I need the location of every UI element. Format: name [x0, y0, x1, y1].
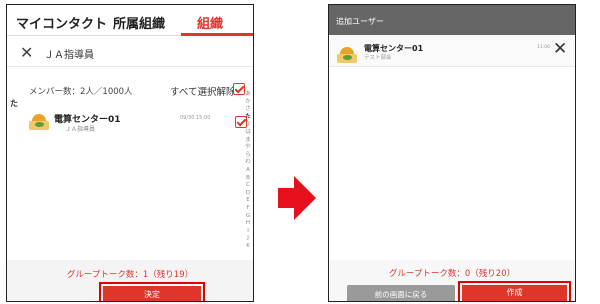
- index-letter[interactable]: な: [243, 121, 253, 129]
- group-talk-count: グループトーク数：0（残り20）: [388, 269, 516, 279]
- index-letter[interactable]: は: [243, 129, 253, 137]
- create-button-highlight: 作成: [458, 281, 571, 301]
- tab-organization[interactable]: 組織: [197, 13, 223, 32]
- arrow-right-icon: [278, 176, 316, 220]
- index-letter[interactable]: I: [243, 228, 253, 236]
- index-letter[interactable]: あ: [243, 91, 253, 99]
- alphabet-index-bar[interactable]: あかさたなはまやらわABCDEFGHIJK: [243, 91, 253, 250]
- index-letter[interactable]: J: [243, 235, 253, 243]
- member-count: メンバー数：2人／1000人: [29, 87, 133, 97]
- index-letter[interactable]: さ: [243, 106, 253, 114]
- item-timestamp: 09/30 15:00: [180, 115, 211, 121]
- avatar: [337, 47, 357, 63]
- index-letter[interactable]: や: [243, 144, 253, 152]
- index-letter[interactable]: B: [243, 175, 253, 183]
- avatar: [29, 114, 49, 130]
- group-talk-count: グループトーク数：1（残り19）: [66, 270, 194, 280]
- tab-bar: マイコンタクト 所属組織 組織: [7, 5, 253, 36]
- added-user-timestamp: 11:06: [537, 45, 550, 50]
- back-button[interactable]: 前の画面に戻る: [347, 285, 455, 301]
- tab-my-contacts[interactable]: マイコンタクト: [16, 13, 107, 32]
- index-letter[interactable]: D: [243, 190, 253, 198]
- remove-icon[interactable]: ✕: [553, 41, 567, 58]
- header-bar: 追加ユーザー: [329, 5, 575, 35]
- index-letter[interactable]: A: [243, 167, 253, 175]
- member-count-row: メンバー数：2人／1000人 すべて選択解除: [7, 79, 253, 99]
- decide-button-highlight: 決定: [99, 282, 205, 301]
- added-user-subtitle: テスト部会: [364, 55, 392, 61]
- page-title: 追加ユーザー: [336, 17, 384, 26]
- close-icon[interactable]: ✕: [20, 43, 33, 62]
- item-subtitle: ＪＡ指導員: [65, 126, 96, 133]
- deselect-all-label[interactable]: すべて選択解除: [170, 84, 235, 98]
- index-letter[interactable]: F: [243, 205, 253, 213]
- index-letter[interactable]: G: [243, 213, 253, 221]
- right-screen: 追加ユーザー 電算センター01 テスト部会 11:06 ✕ グループトーク数：0…: [328, 4, 576, 302]
- index-letter[interactable]: H: [243, 220, 253, 228]
- search-query[interactable]: ＪＡ指導員: [44, 46, 94, 61]
- search-row: ✕ ＪＡ指導員: [7, 37, 253, 67]
- decide-button[interactable]: 決定: [103, 286, 201, 301]
- create-button[interactable]: 作成: [462, 285, 567, 301]
- index-letter[interactable]: E: [243, 197, 253, 205]
- active-tab-indicator: [181, 33, 253, 36]
- index-letter[interactable]: C: [243, 182, 253, 190]
- index-letter[interactable]: わ: [243, 159, 253, 167]
- tab-affiliated-org[interactable]: 所属組織: [113, 13, 165, 32]
- left-screen: マイコンタクト 所属組織 組織 ✕ ＪＡ指導員 メンバー数：2人／1000人 す…: [6, 4, 254, 302]
- index-letter[interactable]: K: [243, 243, 253, 251]
